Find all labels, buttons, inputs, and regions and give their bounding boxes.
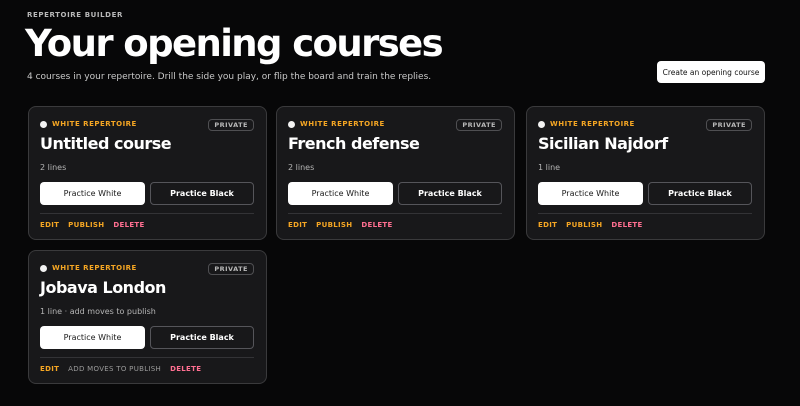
course-title: Jobava London	[40, 278, 166, 297]
publish-link[interactable]: PUBLISH	[68, 221, 104, 229]
course-title: Sicilian Najdorf	[538, 134, 668, 153]
edit-link[interactable]: EDIT	[40, 221, 59, 229]
card-divider	[40, 357, 254, 358]
course-meta: 2 lines	[40, 163, 67, 172]
privacy-badge: PRIVATE	[208, 119, 254, 131]
course-meta: 1 line · add moves to publish	[40, 307, 156, 316]
course-title: Untitled course	[40, 134, 172, 153]
delete-link[interactable]: DELETE	[113, 221, 144, 229]
repertoire-tag: WHITE REPERTOIRE	[288, 120, 385, 128]
practice-white-button[interactable]: Practice White	[538, 182, 643, 205]
repertoire-tag-label: WHITE REPERTOIRE	[300, 120, 385, 128]
publish-link[interactable]: PUBLISH	[566, 221, 602, 229]
repertoire-tag-label: WHITE REPERTOIRE	[550, 120, 635, 128]
card-divider	[40, 213, 254, 214]
eyebrow-label: REPERTOIRE BUILDER	[27, 11, 123, 19]
practice-black-button[interactable]: Practice Black	[150, 182, 254, 205]
repertoire-tag: WHITE REPERTOIRE	[40, 264, 137, 272]
course-card-untitled: WHITE REPERTOIRE PRIVATE Untitled course…	[28, 106, 267, 240]
card-divider	[538, 213, 752, 214]
white-dot-icon	[40, 264, 47, 272]
course-card-sicilian: WHITE REPERTOIRE PRIVATE Sicilian Najdor…	[526, 106, 765, 240]
delete-link[interactable]: DELETE	[611, 221, 642, 229]
course-card-jobava: WHITE REPERTOIRE PRIVATE Jobava London 1…	[28, 250, 267, 384]
course-meta: 2 lines	[288, 163, 315, 172]
publish-hint: ADD MOVES TO PUBLISH	[68, 365, 162, 373]
page-subtitle: 4 courses in your repertoire. Drill the …	[27, 72, 432, 82]
course-title: French defense	[288, 134, 420, 153]
white-dot-icon	[538, 120, 545, 128]
page-title: Your opening courses	[25, 22, 444, 65]
privacy-badge: PRIVATE	[208, 263, 254, 275]
privacy-badge: PRIVATE	[456, 119, 502, 131]
edit-link[interactable]: EDIT	[40, 365, 59, 373]
card-actions: EDIT PUBLISH DELETE	[288, 221, 393, 229]
repertoire-tag: WHITE REPERTOIRE	[538, 120, 635, 128]
practice-black-button[interactable]: Practice Black	[398, 182, 502, 205]
repertoire-tag-label: WHITE REPERTOIRE	[52, 120, 137, 128]
repertoire-tag-label: WHITE REPERTOIRE	[52, 264, 137, 272]
card-actions: EDIT PUBLISH DELETE	[40, 221, 145, 229]
delete-link[interactable]: DELETE	[361, 221, 392, 229]
white-dot-icon	[288, 120, 295, 128]
card-actions: EDIT ADD MOVES TO PUBLISH DELETE	[40, 365, 201, 373]
create-course-button[interactable]: Create an opening course	[657, 61, 765, 83]
practice-white-button[interactable]: Practice White	[40, 182, 145, 205]
practice-white-button[interactable]: Practice White	[40, 326, 145, 349]
practice-white-button[interactable]: Practice White	[288, 182, 393, 205]
repertoire-tag: WHITE REPERTOIRE	[40, 120, 137, 128]
white-dot-icon	[40, 120, 47, 128]
course-meta: 1 line	[538, 163, 561, 172]
practice-black-button[interactable]: Practice Black	[648, 182, 752, 205]
practice-black-button[interactable]: Practice Black	[150, 326, 254, 349]
course-card-french: WHITE REPERTOIRE PRIVATE French defense …	[276, 106, 515, 240]
publish-link[interactable]: PUBLISH	[316, 221, 352, 229]
card-actions: EDIT PUBLISH DELETE	[538, 221, 643, 229]
edit-link[interactable]: EDIT	[288, 221, 307, 229]
edit-link[interactable]: EDIT	[538, 221, 557, 229]
delete-link[interactable]: DELETE	[170, 365, 201, 373]
card-divider	[288, 213, 502, 214]
privacy-badge: PRIVATE	[706, 119, 752, 131]
